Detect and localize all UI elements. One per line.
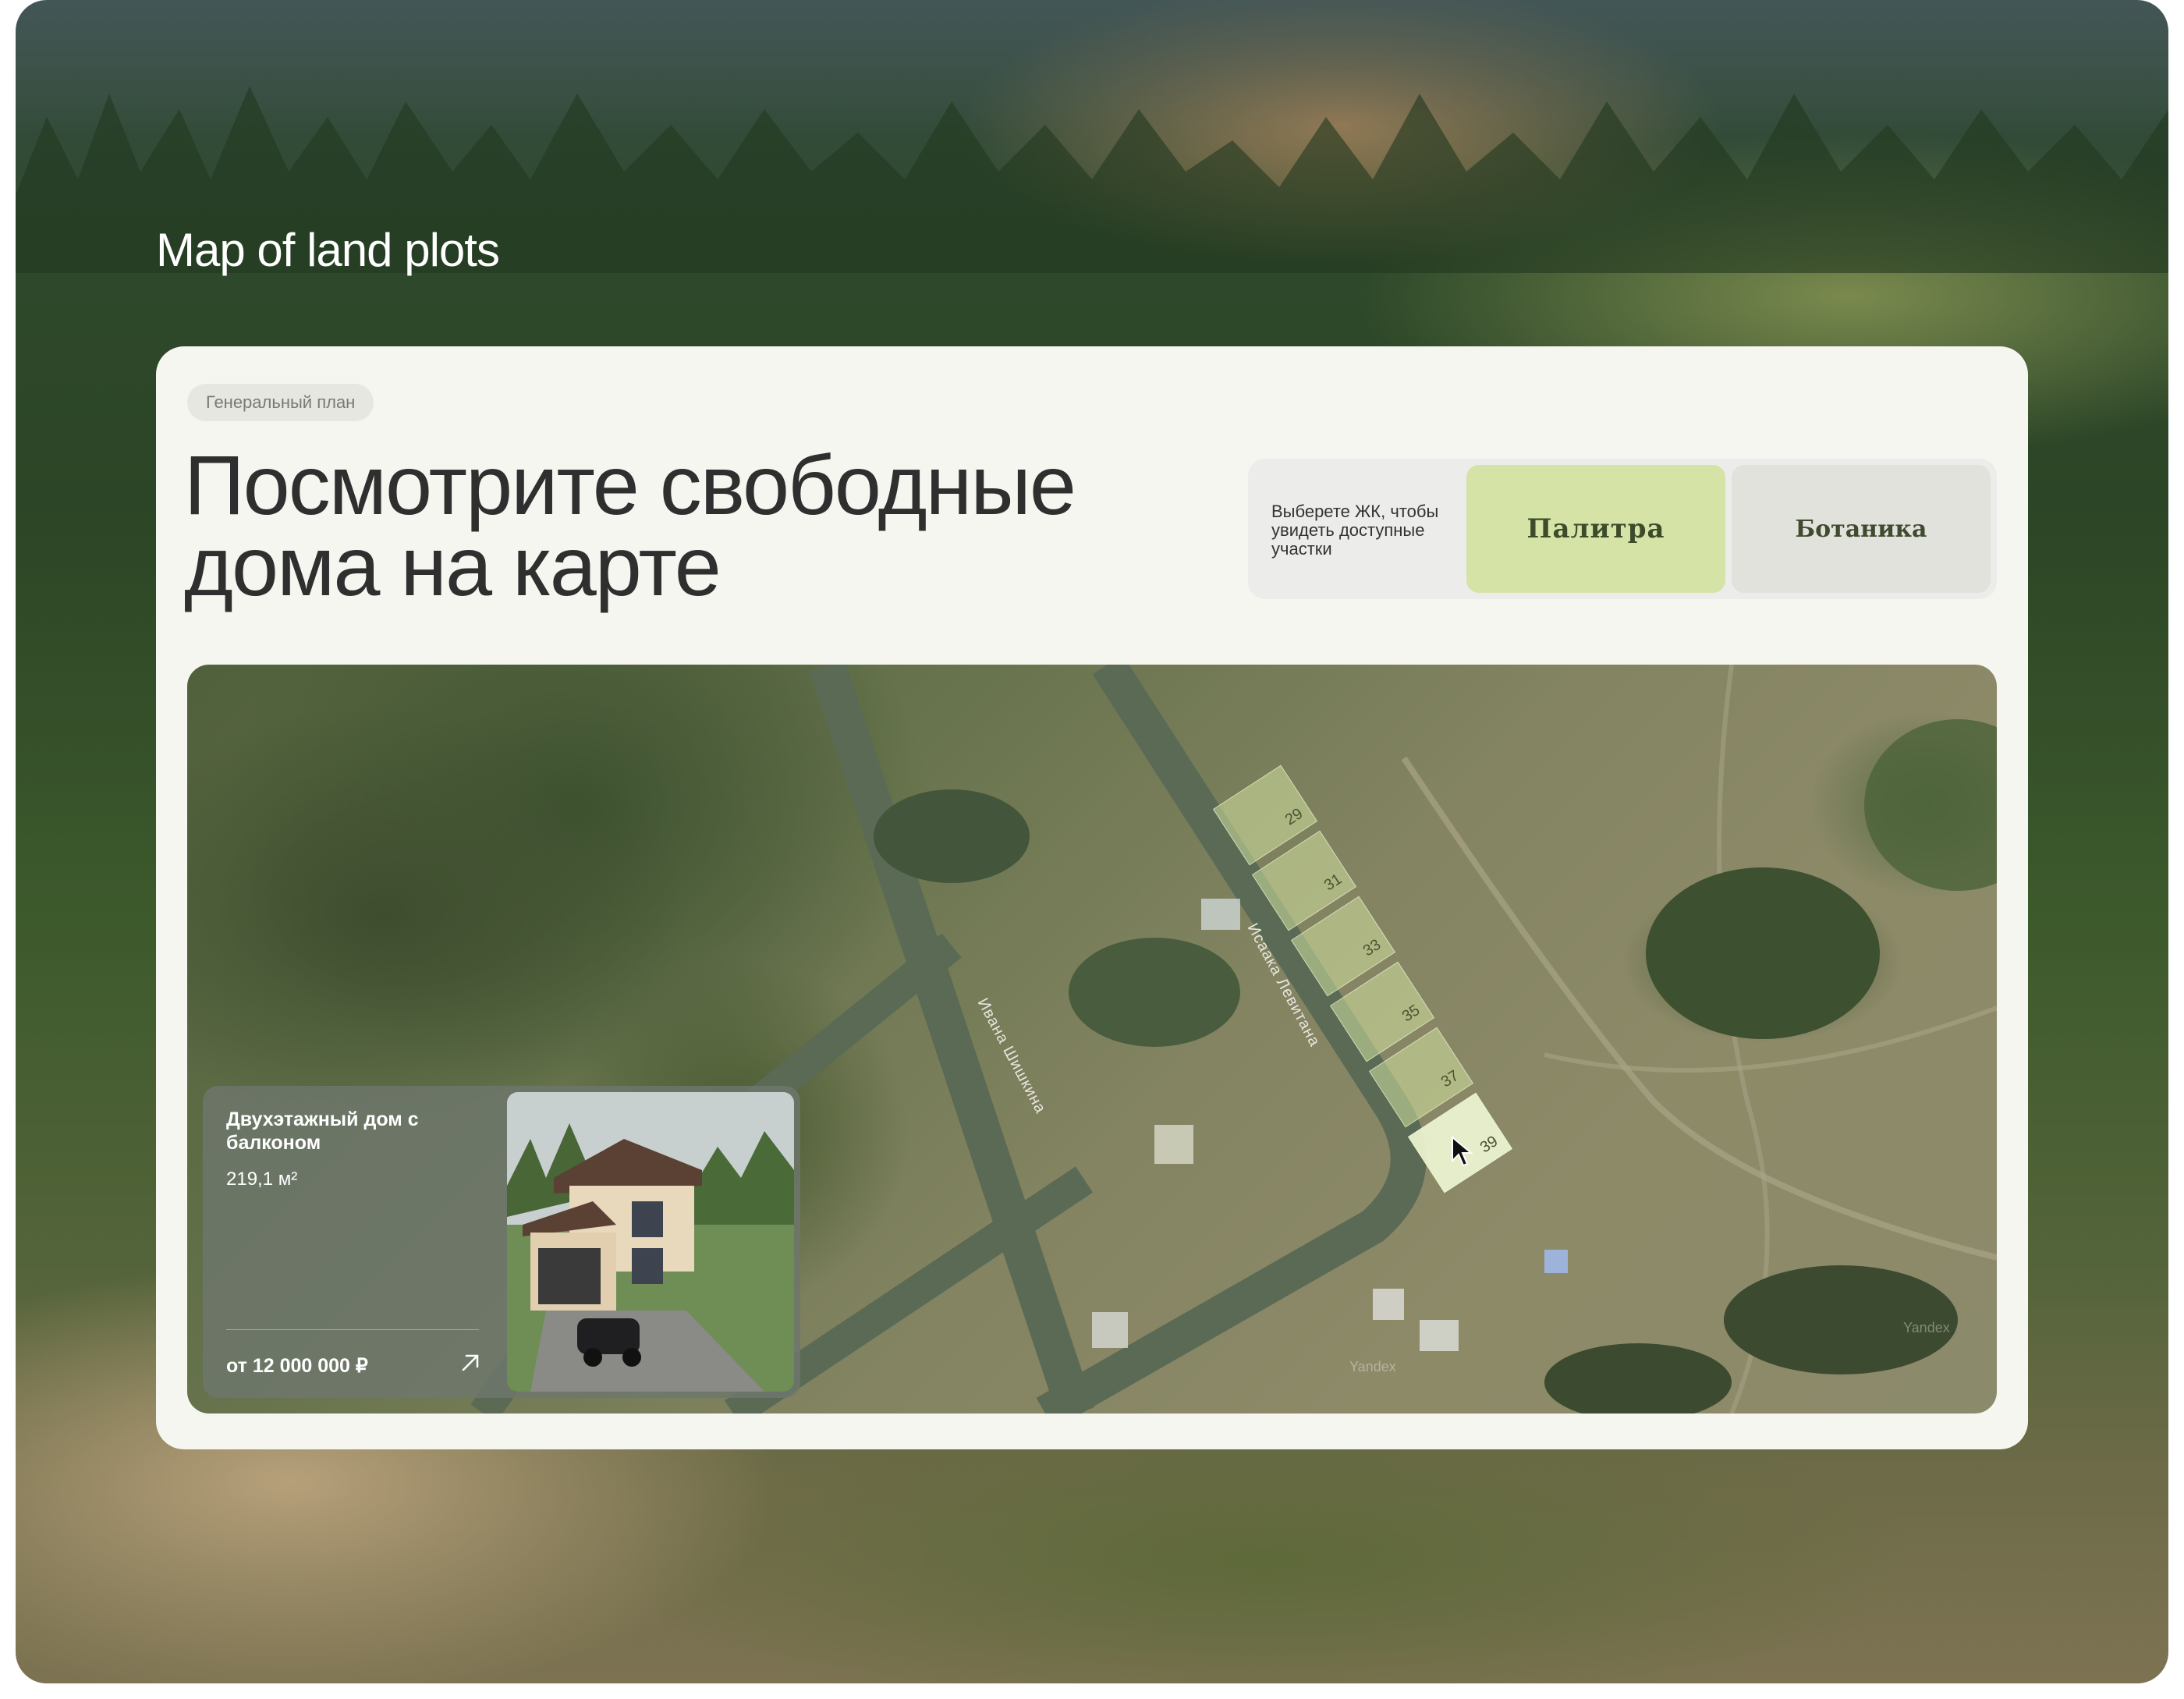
- selector-hint: Выберете ЖК, чтобы увидеть доступные уча…: [1271, 502, 1439, 559]
- plot-number: 37: [1438, 1066, 1462, 1091]
- map-watermark-2: Yandex: [1349, 1359, 1396, 1374]
- satellite-map[interactable]: Ивана Шишкина Исаака Левитана 29 31 33 35 37…: [187, 665, 1997, 1413]
- house-area: 219,1 м²: [226, 1169, 298, 1190]
- house-price: от 12 000 000 ₽: [226, 1355, 368, 1377]
- option-palitra[interactable]: Палитра: [1466, 465, 1725, 593]
- headline-line-2: дома на карте: [184, 519, 722, 613]
- mouse-cursor-icon: [1452, 1136, 1473, 1167]
- house-name: Двухэтажный дом с балконом: [226, 1108, 419, 1154]
- page-title: Map of land plots: [156, 224, 500, 276]
- arrow-up-right-icon[interactable]: [459, 1351, 482, 1374]
- complex-selector: Выберете ЖК, чтобы увидеть доступные уча…: [1248, 459, 1997, 599]
- option-botanika[interactable]: Ботаника: [1732, 465, 1991, 593]
- map-watermark: Yandex: [1903, 1320, 1950, 1335]
- land-plots-card: Генеральный план Посмотрите свободные до…: [156, 346, 2028, 1449]
- headline-line-1: Посмотрите свободные: [184, 438, 1076, 532]
- plot-number: 35: [1399, 1001, 1424, 1026]
- house-illustration: [507, 1092, 794, 1392]
- card-headline: Посмотрите свободные дома на карте: [184, 443, 1198, 608]
- house-card[interactable]: Двухэтажный дом с балконом 219,1 м² от 1…: [203, 1086, 800, 1398]
- house-image: [507, 1092, 794, 1392]
- plot-number: 33: [1360, 935, 1384, 960]
- plot-number: 39: [1477, 1132, 1502, 1157]
- house-divider: [226, 1329, 479, 1330]
- plot-number: 31: [1321, 870, 1346, 895]
- plot-number: 29: [1282, 804, 1306, 829]
- section-tag: Генеральный план: [187, 384, 374, 421]
